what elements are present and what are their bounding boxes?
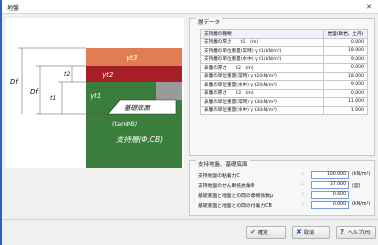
layer-data-legend: 層データ [196, 18, 223, 26]
tan-label: (tanΦB) [112, 120, 137, 128]
header-type: 支持層の種類 [200, 29, 324, 39]
t2-label: t2 [64, 71, 70, 78]
gamma-t1-label: γt1 [90, 92, 101, 100]
ground-diagram: Df Df t2 t1 γt3 γt2 γt1 基礎底面 (tanΦB) 支持層… [6, 18, 184, 168]
table-row: 支持層の単位重量(常時) γ t1(kN/m³) 18.000 [200, 46, 368, 56]
window-title: 地盤 [7, 5, 20, 12]
friction-coef-input[interactable]: 0.600 [311, 191, 349, 199]
table-row: 表層の単位重量(常時) γ t2(kN/m³) 18.000 [200, 71, 368, 81]
base-label: 基礎底面 [124, 104, 152, 112]
support-label: 支持層(Φ,CB) [116, 135, 163, 144]
title-bar: 地盤 ✕ [2, 0, 378, 14]
table-cell-value[interactable]: 0.000 [323, 88, 368, 98]
ground-dialog: 地盤 ✕ Df Df t2 t1 γt3 γt2 γt1 基礎底面 (tanΦB… [0, 0, 378, 245]
help-button[interactable]: ? ヘルプ(H) [336, 226, 376, 239]
adhesion-input[interactable]: 0.000 [311, 201, 349, 209]
cohesion-row: 支持地盤の粘着力C : 100.000 (kN/m²) [198, 171, 371, 179]
table-cell-value[interactable]: 18.000 [323, 46, 368, 56]
friction-angle-input[interactable]: 37.000 [311, 181, 349, 189]
table-cell-value[interactable]: 0.000 [323, 63, 368, 73]
friction-angle-row: 支持地盤のせん断抵抗角Φ : 37.000 (度) [198, 181, 361, 189]
gamma-t3-label: γt3 [126, 54, 137, 62]
checkmark-icon: ✔ [250, 228, 256, 236]
table-row: 支持層の単位重量(水中) γ t1(kN/m³) 9.000 [200, 54, 368, 64]
layer-data-group: 層データ 支持層の種類 岩盤(軟岩、土丹) 支持層の厚さ t1 (m) 0.000… [189, 18, 375, 156]
table-cell-value[interactable]: 1.000 [323, 105, 368, 115]
table-row: 表層の単位重量(水中) γ t2(kN/m³) 9.000 [200, 80, 368, 90]
close-icon[interactable]: ✕ [364, 2, 374, 12]
table-row: 表層の厚さ t2 (m) 0.000 [200, 63, 368, 73]
help-icon: ? [340, 228, 345, 236]
table-row: 表層の単位重量(水中) γ t3(kN/m³) 1.000 [200, 105, 368, 115]
gamma-t2-label: γt2 [102, 71, 114, 79]
cohesion-input[interactable]: 100.000 [311, 171, 349, 179]
table-cell-value[interactable]: 11.000 [323, 97, 368, 107]
table-cell-value[interactable]: 9.000 [323, 54, 368, 64]
table-row: 支持層の厚さ t1 (m) 0.000 [200, 37, 368, 47]
adhesion-row: 基礎底面と地盤との間の付着力CB : 0.000 (kN/m²) [198, 201, 371, 209]
foundation-group: 支持地盤、基礎底面 支持地盤の粘着力C : 100.000 (kN/m²) 支持… [189, 160, 375, 216]
friction-coef-row: 基礎底面と地盤との間の摩擦係数μ : 0.600 [198, 191, 370, 199]
table-cell-value[interactable]: 0.000 [323, 37, 368, 47]
close-icon: ✘ [296, 228, 302, 236]
table-cell-value[interactable]: 9.000 [323, 80, 368, 90]
layer-t2 [86, 66, 182, 82]
foundation-legend: 支持地盤、基礎底面 [196, 160, 250, 168]
t1-label: t1 [50, 95, 56, 102]
ok-button[interactable]: ✔ 確定 [246, 226, 286, 239]
table-row: 表層の厚さ t3 (m) 0.000 [200, 88, 368, 98]
layer-data-table: 支持層の種類 岩盤(軟岩、土丹) 支持層の厚さ t1 (m) 0.000 支持層の… [200, 29, 368, 115]
table-header-row: 支持層の種類 岩盤(軟岩、土丹) [200, 29, 368, 39]
table-cell-value[interactable]: 18.000 [323, 71, 368, 81]
dialog-footer: ✔ 確定 ✘ 取消 ? ヘルプ(H) [2, 219, 378, 245]
table-row: 表層の単位重量(常時) γ t3(kN/m³) 11.000 [200, 97, 368, 107]
header-value[interactable]: 岩盤(軟岩、土丹) [323, 29, 368, 39]
cancel-button[interactable]: ✘ 取消 [292, 226, 330, 239]
